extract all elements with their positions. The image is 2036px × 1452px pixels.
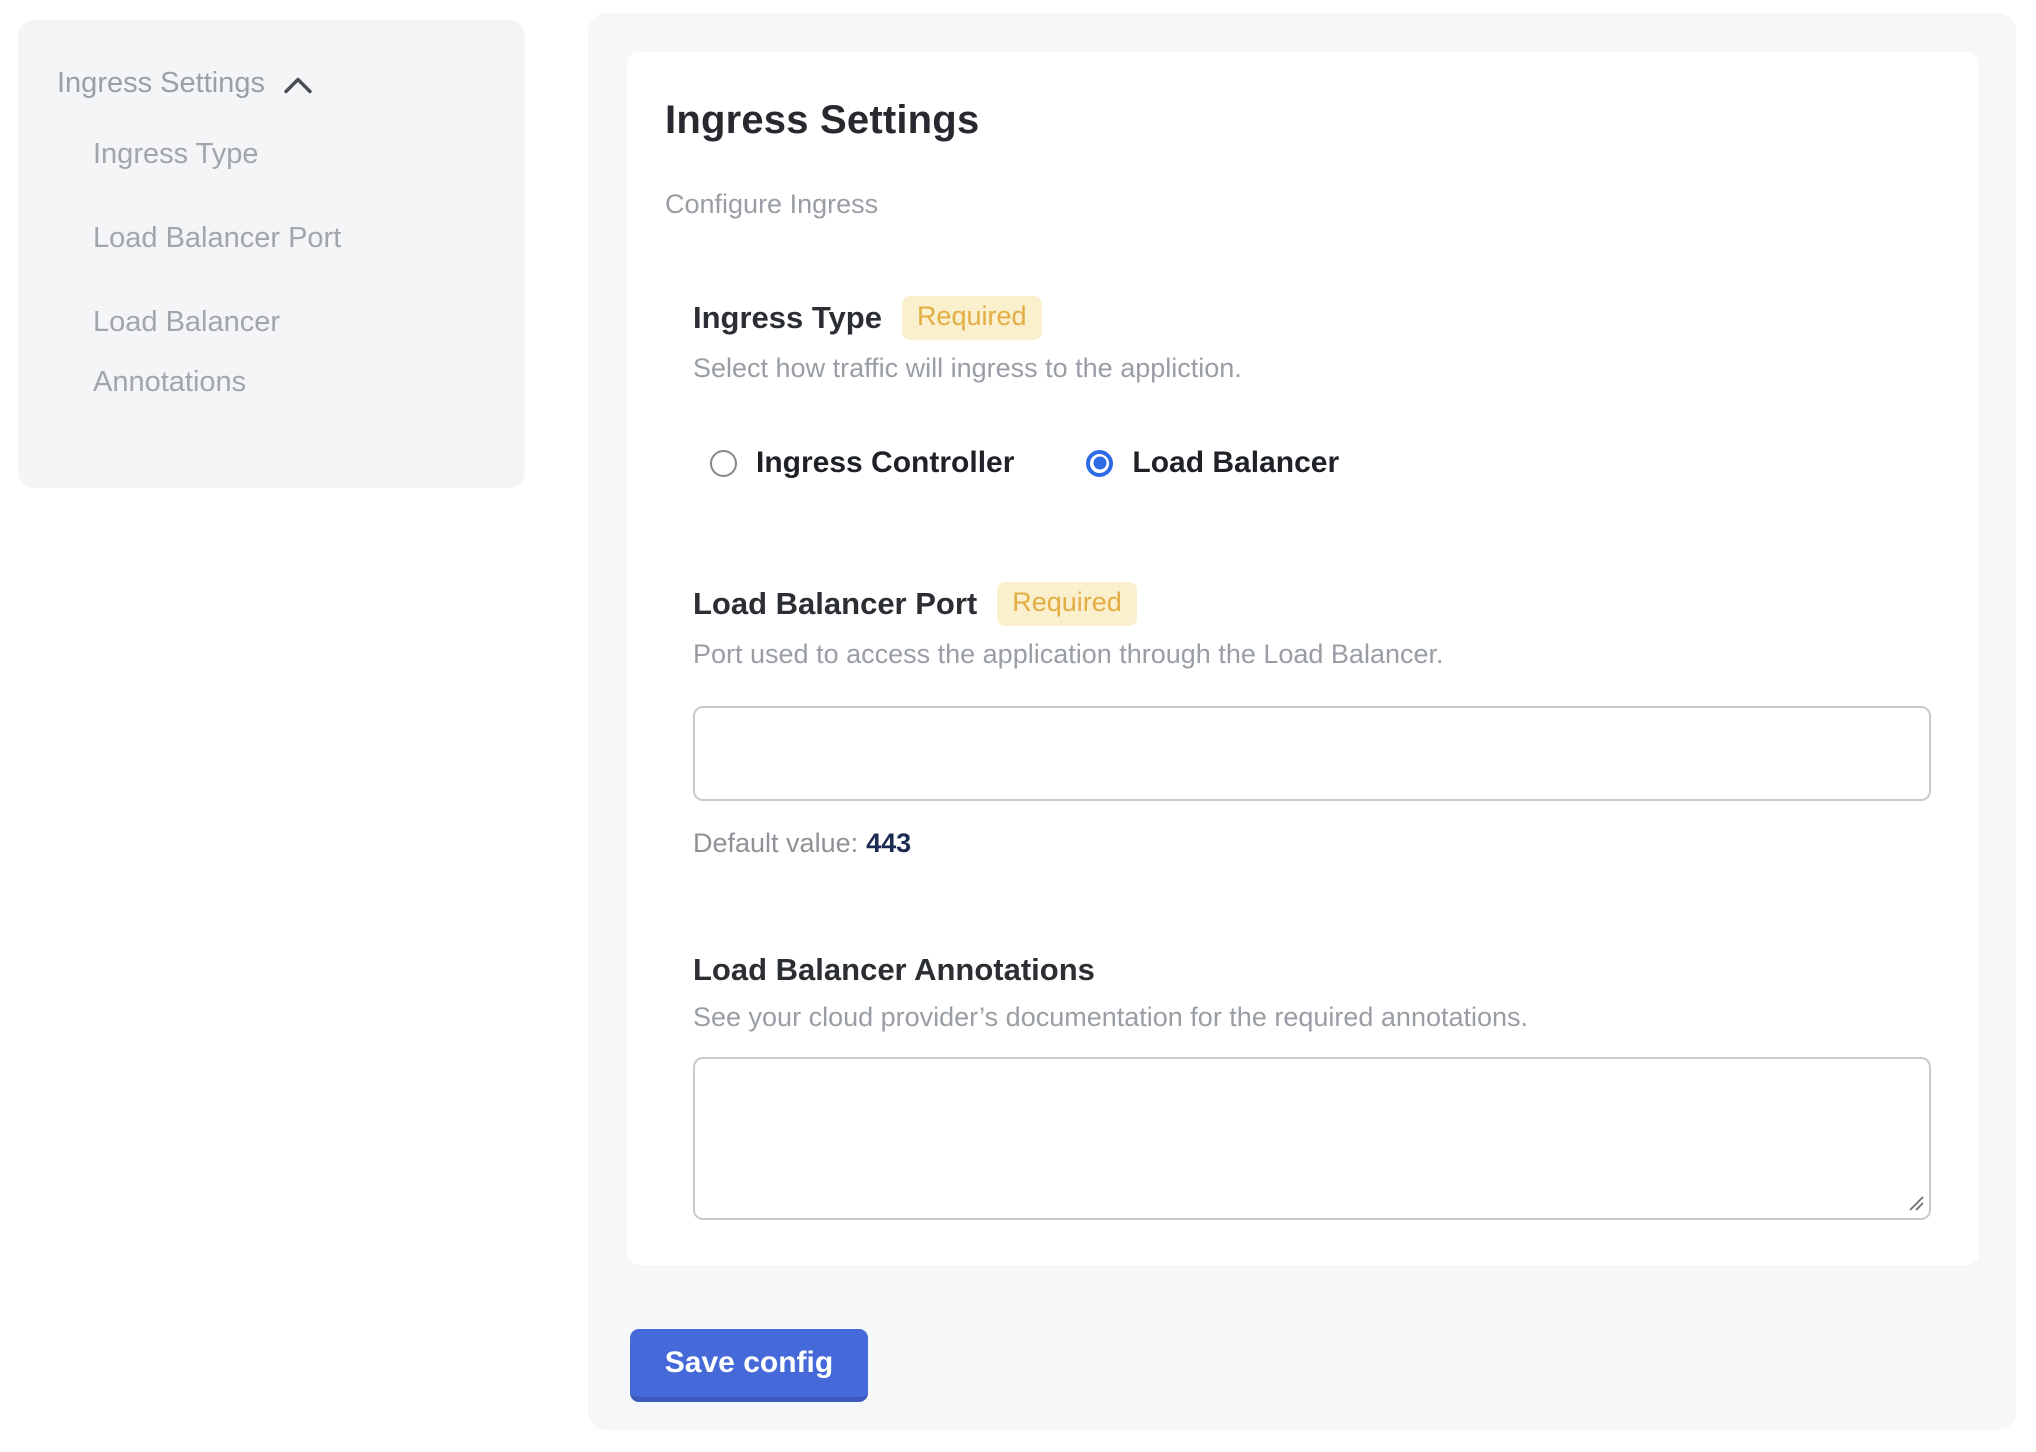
form-sections: Ingress Type Required Select how traffic… [693, 296, 1931, 1220]
save-config-button[interactable]: Save config [630, 1329, 868, 1402]
ingress-type-help: Select how traffic will ingress to the a… [693, 352, 1931, 384]
section-ingress-type: Ingress Type Required Select how traffic… [693, 296, 1931, 480]
ingress-type-required-badge: Required [902, 296, 1042, 340]
settings-sidebar: Ingress Settings Ingress Type Load Balan… [18, 20, 525, 488]
radio-option-load-balancer[interactable]: Load Balancer [1086, 446, 1339, 480]
lb-port-help: Port used to access the application thro… [693, 638, 1931, 670]
ingress-settings-card: Ingress Settings Configure Ingress Ingre… [627, 52, 1979, 1265]
default-value-label: Default value: [693, 828, 858, 858]
ingress-type-radio-group: Ingress Controller Load Balancer [710, 446, 1931, 480]
radio-label-ingress-controller[interactable]: Ingress Controller [756, 446, 1014, 480]
radio-unchecked-icon[interactable] [710, 450, 737, 477]
lb-port-required-badge: Required [997, 582, 1137, 626]
load-balancer-port-input[interactable] [693, 706, 1931, 801]
lb-annotations-label: Load Balancer Annotations [693, 951, 1095, 989]
section-load-balancer-annotations: Load Balancer Annotations See your cloud… [693, 951, 1931, 1220]
main-panel: Ingress Settings Configure Ingress Ingre… [588, 13, 2016, 1430]
radio-option-ingress-controller[interactable]: Ingress Controller [710, 446, 1014, 480]
resize-handle-icon[interactable] [1904, 1191, 1926, 1213]
lb-port-label: Load Balancer Port [693, 585, 977, 623]
page-title: Ingress Settings [665, 98, 1931, 142]
radio-label-load-balancer[interactable]: Load Balancer [1132, 446, 1339, 480]
lb-port-default-row: Default value: 443 [693, 827, 1931, 859]
page-subtitle: Configure Ingress [665, 188, 1931, 220]
sidebar-group-ingress-settings[interactable]: Ingress Settings [57, 67, 525, 100]
section-load-balancer-port: Load Balancer Port Required Port used to… [693, 582, 1931, 859]
radio-checked-icon[interactable] [1086, 450, 1113, 477]
load-balancer-annotations-textarea[interactable] [693, 1057, 1931, 1220]
lb-annotations-heading-row: Load Balancer Annotations [693, 951, 1931, 989]
sidebar-item-ingress-type[interactable]: Ingress Type [93, 124, 413, 184]
lb-annotations-help: See your cloud provider’s documentation … [693, 1001, 1931, 1033]
sidebar-group-label: Ingress Settings [57, 67, 265, 100]
chevron-up-icon [283, 76, 313, 95]
sidebar-item-load-balancer-annotations[interactable]: Load Balancer Annotations [93, 292, 413, 412]
lb-port-heading-row: Load Balancer Port Required [693, 582, 1931, 626]
lb-annotations-textarea-wrap [693, 1057, 1931, 1220]
default-value: 443 [866, 828, 911, 858]
ingress-type-label: Ingress Type [693, 299, 882, 337]
sidebar-item-load-balancer-port[interactable]: Load Balancer Port [93, 208, 413, 268]
ingress-type-heading-row: Ingress Type Required [693, 296, 1931, 340]
